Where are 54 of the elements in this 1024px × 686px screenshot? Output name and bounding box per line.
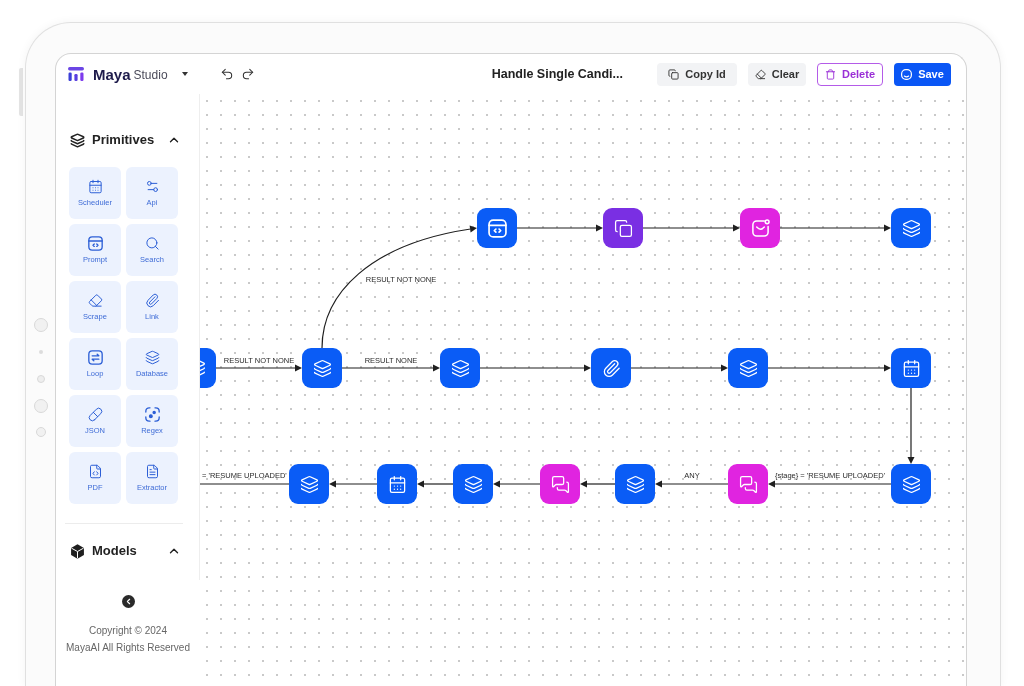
section-header[interactable]: Primitives xyxy=(56,130,199,150)
section-header[interactable]: Models xyxy=(56,541,199,561)
paperclip-icon xyxy=(601,358,621,378)
cube-icon xyxy=(70,543,85,559)
layers-icon xyxy=(901,218,921,238)
toolbar-button[interactable]: Copy Id xyxy=(657,62,737,86)
save-button[interactable]: Save xyxy=(894,62,951,86)
sliders-icon xyxy=(144,179,160,194)
search-icon xyxy=(144,236,160,251)
brand-name: Maya xyxy=(93,66,131,82)
toolbar-button[interactable]: Clear xyxy=(748,62,806,86)
calendar-icon xyxy=(87,179,103,194)
layers-icon xyxy=(450,358,470,378)
copy-icon xyxy=(668,68,680,80)
copyright-text: Copyright © 2024 xyxy=(89,624,167,638)
calendar-icon xyxy=(387,474,407,494)
code-window-icon xyxy=(87,236,103,251)
layers-icon xyxy=(70,132,85,148)
redo-icon[interactable] xyxy=(240,67,255,81)
layers-icon xyxy=(463,474,483,494)
paperclip-icon xyxy=(144,293,160,308)
dots-frame-icon xyxy=(144,407,160,422)
chat-bubbles-icon xyxy=(738,474,758,494)
eraser-icon xyxy=(87,293,103,308)
edge-arrow xyxy=(329,480,378,488)
code-file-icon xyxy=(87,464,103,479)
edge-arrow xyxy=(493,480,541,488)
delete-button[interactable]: Delete xyxy=(817,62,883,86)
calendar-icon xyxy=(901,358,921,378)
layers-icon xyxy=(312,358,332,378)
caret-icon[interactable] xyxy=(181,72,188,76)
layers-icon xyxy=(738,358,758,378)
undo-icon[interactable] xyxy=(219,67,234,81)
logo-icon xyxy=(68,67,84,81)
layers-icon xyxy=(901,474,921,494)
rights-text: MayaAI All Rights Reserved xyxy=(66,641,190,655)
edge-arrow xyxy=(417,480,454,488)
save-icon xyxy=(901,68,913,80)
trash-icon xyxy=(825,68,836,80)
flow-title: Handle Single Candi... xyxy=(491,65,623,83)
collapse-button[interactable] xyxy=(121,595,135,608)
layers-icon xyxy=(299,474,319,494)
brand-suffix: Studio xyxy=(133,69,168,81)
layers-icon xyxy=(625,474,645,494)
pill-icon xyxy=(87,407,103,422)
code-window-icon xyxy=(487,218,507,238)
chat-bubbles-icon xyxy=(550,474,570,494)
layers-icon xyxy=(144,350,160,365)
swap-arrows-icon xyxy=(87,350,103,365)
copy-icon xyxy=(613,218,633,238)
mail-icon xyxy=(750,218,770,238)
eraser-icon xyxy=(754,68,766,80)
edge-arrow xyxy=(580,480,616,488)
document-icon xyxy=(144,464,160,479)
